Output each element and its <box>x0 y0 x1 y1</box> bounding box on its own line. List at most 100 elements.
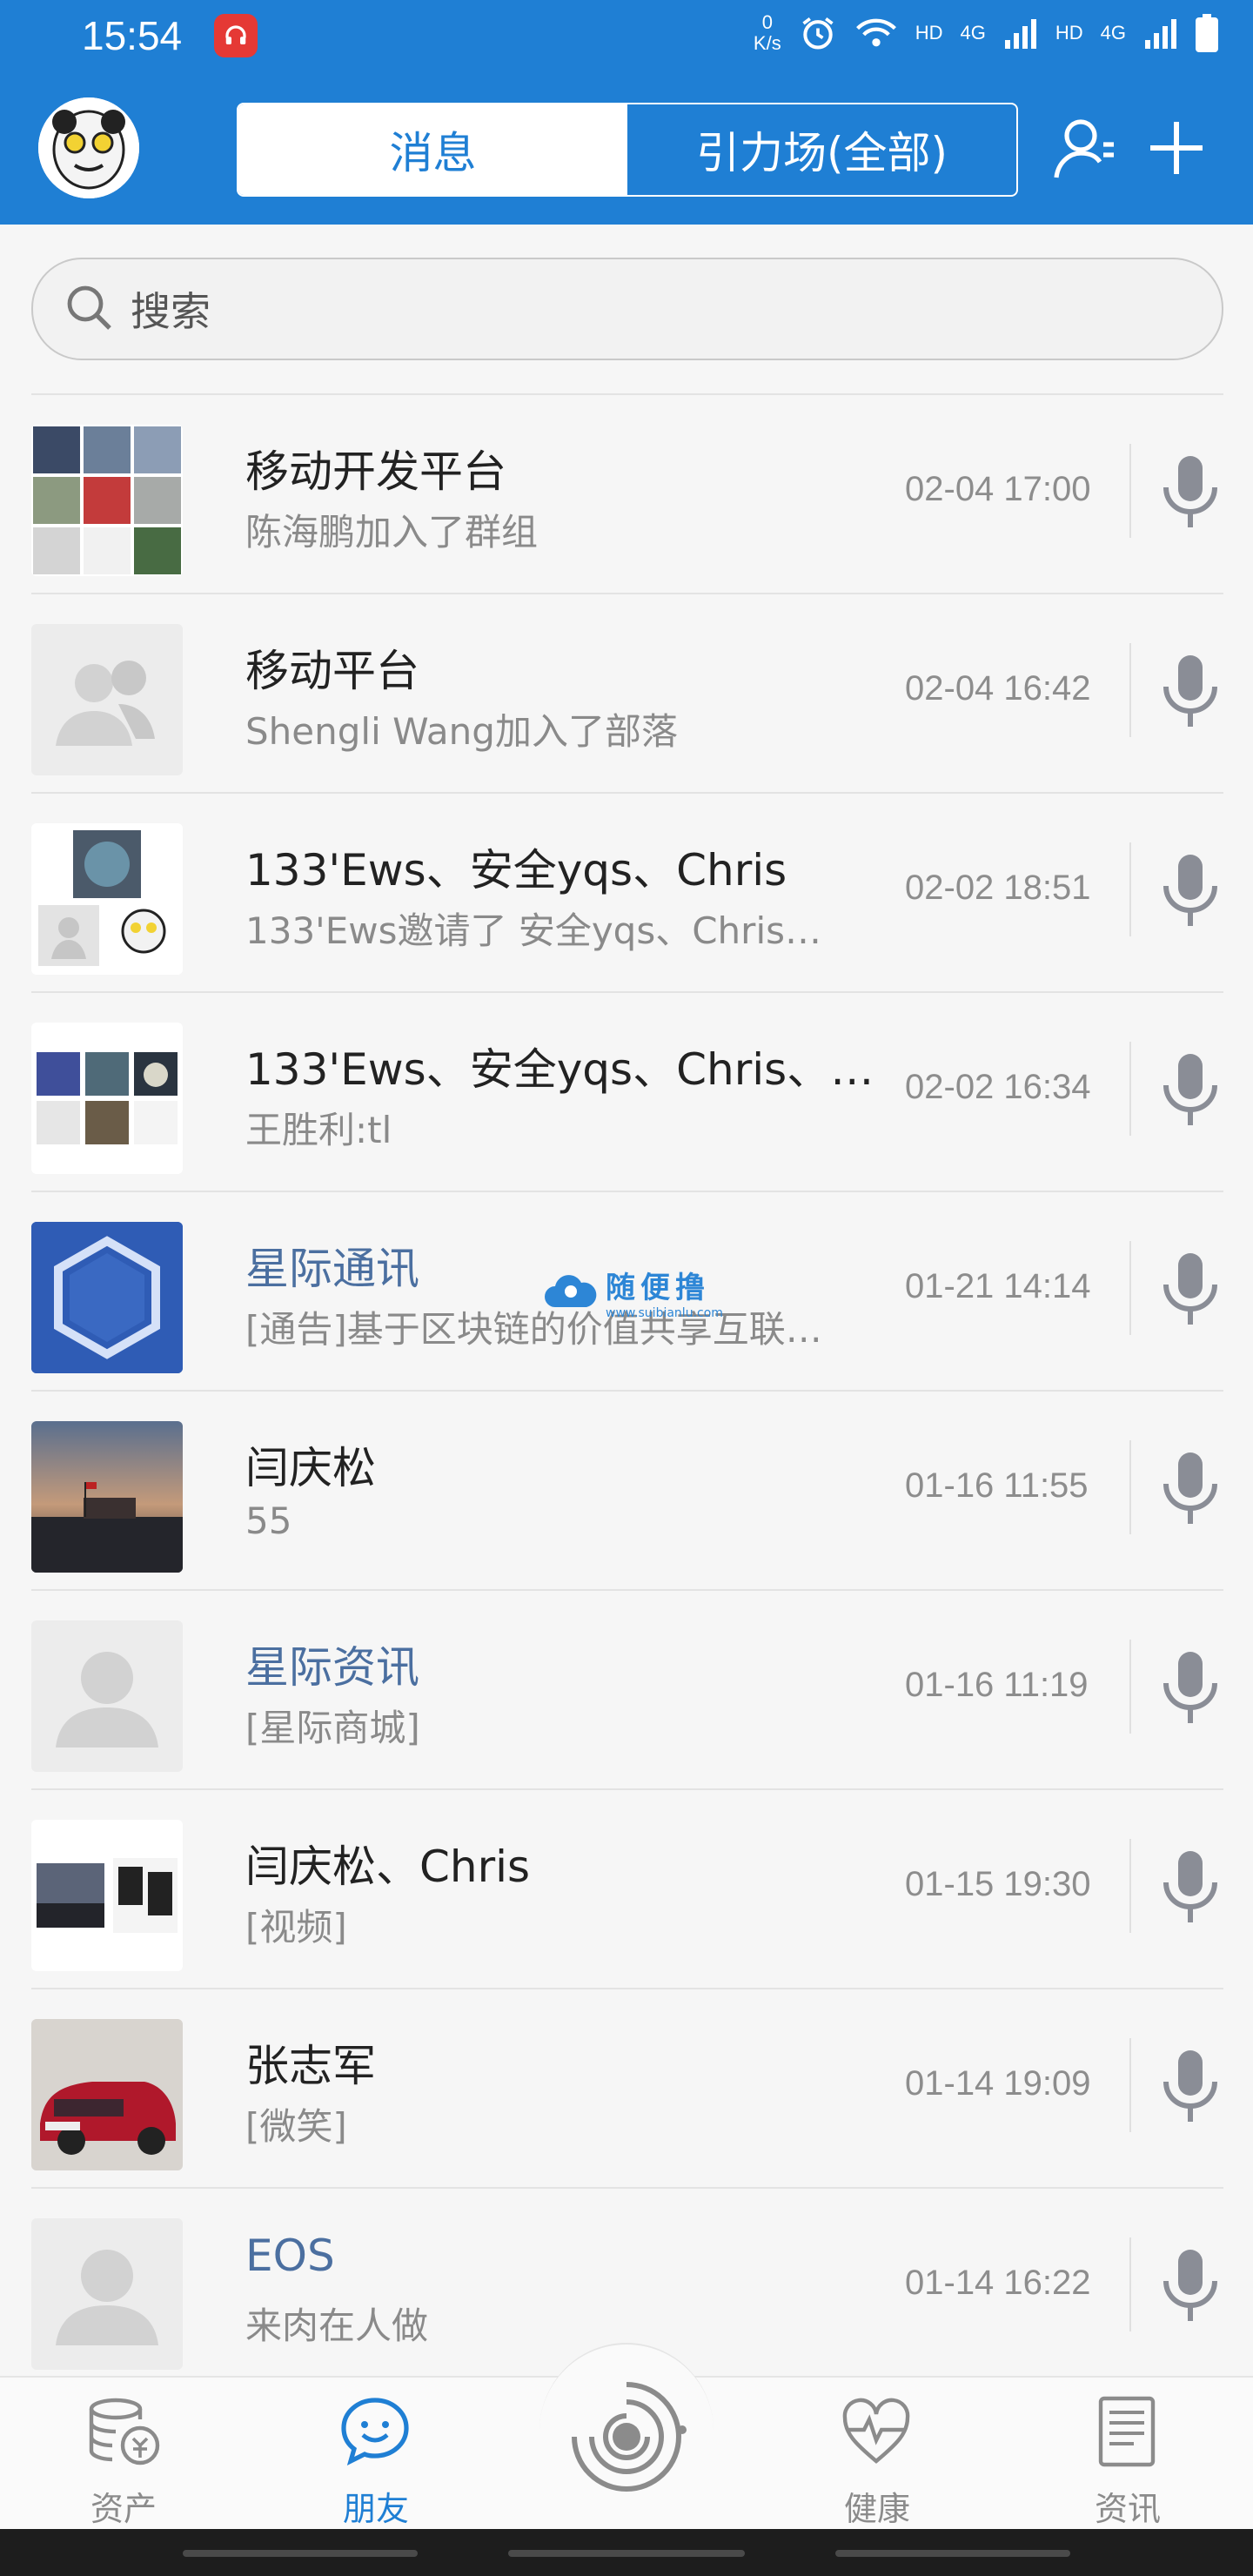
conversation-item[interactable]: 星际资讯 [星际商城] 01-16 11:19 <box>0 1589 1253 1788</box>
wifi-icon <box>854 16 898 50</box>
divider <box>1129 1839 1131 1933</box>
conversation-title: 星际通讯 <box>245 1244 419 1294</box>
galaxy-icon[interactable] <box>550 2360 703 2517</box>
divider <box>1129 2038 1131 2132</box>
channel-avatar <box>31 1222 183 1373</box>
news-icon <box>1089 2392 1167 2473</box>
system-navigation-bar <box>0 2529 1253 2576</box>
signal-icon <box>1003 16 1038 50</box>
conversation-item[interactable]: 移动开发平台 陈海鹏加入了群组 02-04 17:00 <box>0 393 1253 593</box>
conversation-time: 01-14 16:22 <box>905 2264 1091 2302</box>
heart-pulse-icon <box>838 2392 916 2473</box>
plus-icon[interactable] <box>1142 113 1211 186</box>
system-nav-home[interactable] <box>508 2550 745 2557</box>
search-bar[interactable]: 搜索 <box>31 258 1223 360</box>
conversation-preview: [微笑] <box>245 2105 347 2148</box>
status-indicators: 0 K/s HD 4G HD 4G <box>754 12 1218 54</box>
microphone-icon[interactable] <box>1159 2246 1222 2328</box>
system-nav-recents[interactable] <box>835 2550 1070 2557</box>
conversation-preview: Shengli Wang加入了部落 <box>245 710 678 753</box>
group-avatar-collage <box>31 823 183 975</box>
nav-assets[interactable]: 资产 <box>37 2392 211 2530</box>
header-tab-switch: 消息 引力场(全部) <box>237 103 1018 197</box>
cloud-icon <box>543 1271 597 1314</box>
conversation-preview: 陈海鹏加入了群组 <box>245 511 539 553</box>
conversation-time: 02-04 17:00 <box>905 470 1091 508</box>
search-icon <box>63 281 115 337</box>
contacts-icon[interactable] <box>1051 113 1121 186</box>
person-placeholder-avatar <box>31 2218 183 2370</box>
coins-icon <box>84 2392 163 2473</box>
conversation-title: 闫庆松 <box>245 1443 376 1493</box>
conversation-title: 张志军 <box>245 2041 376 2091</box>
microphone-icon[interactable] <box>1159 652 1222 734</box>
system-nav-back[interactable] <box>183 2550 418 2557</box>
status-time: 15:54 <box>82 13 183 58</box>
conversation-item[interactable]: 133'Ews、安全yqs、Chris、… 王胜利:tl 02-02 16:34 <box>0 991 1253 1191</box>
microphone-icon[interactable] <box>1159 2047 1222 2129</box>
conversation-item[interactable]: 闫庆松 55 01-16 11:55 <box>0 1390 1253 1589</box>
divider <box>1129 1042 1131 1136</box>
signal-icon-2 <box>1143 16 1178 50</box>
group-placeholder-avatar <box>31 624 183 775</box>
microphone-icon[interactable] <box>1159 453 1222 534</box>
nav-news[interactable]: 资讯 <box>1041 2392 1215 2530</box>
conversation-item[interactable]: 张志军 [微笑] 01-14 19:09 <box>0 1988 1253 2187</box>
conversation-time: 02-04 16:42 <box>905 669 1091 708</box>
divider <box>1129 444 1131 538</box>
conversation-time: 02-02 16:34 <box>905 1068 1091 1106</box>
divider <box>1129 643 1131 737</box>
microphone-icon[interactable] <box>1159 1250 1222 1332</box>
conversation-preview: [通告]基于区块链的价值共享互联… <box>245 1308 822 1351</box>
conversation-title: 星际资讯 <box>245 1642 419 1693</box>
user-avatar[interactable] <box>38 97 139 198</box>
tab-messages[interactable]: 消息 <box>238 104 627 195</box>
tab-gravity-field[interactable]: 引力场(全部) <box>627 104 1016 195</box>
conversation-preview: [星际商城] <box>245 1707 420 1749</box>
microphone-icon[interactable] <box>1159 1050 1222 1132</box>
conversation-title: 133'Ews、安全yqs、Chris <box>245 845 787 896</box>
conversation-time: 01-15 19:30 <box>905 1865 1091 1903</box>
conversation-title: 133'Ews、安全yqs、Chris、… <box>245 1044 874 1095</box>
conversation-time: 01-21 14:14 <box>905 1267 1091 1305</box>
headphones-icon <box>214 14 258 57</box>
conversation-time: 01-16 11:55 <box>905 1466 1089 1505</box>
divider <box>1129 842 1131 936</box>
conversation-time: 01-16 11:19 <box>905 1666 1089 1704</box>
conversation-item[interactable]: 133'Ews、安全yqs、Chris 133'Ews邀请了 安全yqs、Chr… <box>0 792 1253 991</box>
conversation-title: 移动开发平台 <box>245 446 506 497</box>
contact-avatar <box>31 1421 183 1573</box>
microphone-icon[interactable] <box>1159 1848 1222 1929</box>
conversation-title: 移动平台 <box>245 646 419 696</box>
conversation-item[interactable]: 闫庆松、Chris [视频] 01-15 19:30 <box>0 1788 1253 1988</box>
divider <box>1129 1241 1131 1335</box>
nav-friends[interactable]: 朋友 <box>289 2392 463 2530</box>
group-avatar-collage <box>31 425 183 576</box>
net-speed: 0 K/s <box>753 11 781 54</box>
conversation-preview: 来肉在人做 <box>245 2304 429 2347</box>
person-placeholder-avatar <box>31 1620 183 1772</box>
search-placeholder: 搜索 <box>131 288 211 335</box>
conversation-preview: 55 <box>245 1499 292 1542</box>
conversation-time: 02-02 18:51 <box>905 869 1091 907</box>
conversation-title: 闫庆松、Chris <box>245 1841 531 1892</box>
conversation-title: EOS <box>245 2231 335 2281</box>
conversation-preview: 王胜利:tl <box>245 1109 392 1151</box>
conversation-preview: 133'Ews邀请了 安全yqs、Chris… <box>245 909 821 952</box>
watermark: 随便撸 www.suibianlu.com <box>543 1264 723 1320</box>
conversation-item[interactable]: 移动平台 Shengli Wang加入了部落 02-04 16:42 <box>0 593 1253 792</box>
alarm-icon <box>799 14 837 52</box>
microphone-icon[interactable] <box>1159 1449 1222 1531</box>
app-header: 15:54 0 K/s HD 4G HD 4G 消息 引力场(全部) <box>0 0 1253 225</box>
contact-avatar <box>31 2019 183 2170</box>
divider <box>1129 1440 1131 1534</box>
divider <box>1129 1640 1131 1734</box>
nav-health[interactable]: 健康 <box>790 2392 964 2530</box>
battery-icon <box>1196 14 1218 52</box>
group-avatar-collage <box>31 1820 183 1971</box>
microphone-icon[interactable] <box>1159 1648 1222 1730</box>
microphone-icon[interactable] <box>1159 851 1222 933</box>
conversation-preview: [视频] <box>245 1906 347 1949</box>
divider <box>1129 2237 1131 2331</box>
group-avatar-collage <box>31 1023 183 1174</box>
